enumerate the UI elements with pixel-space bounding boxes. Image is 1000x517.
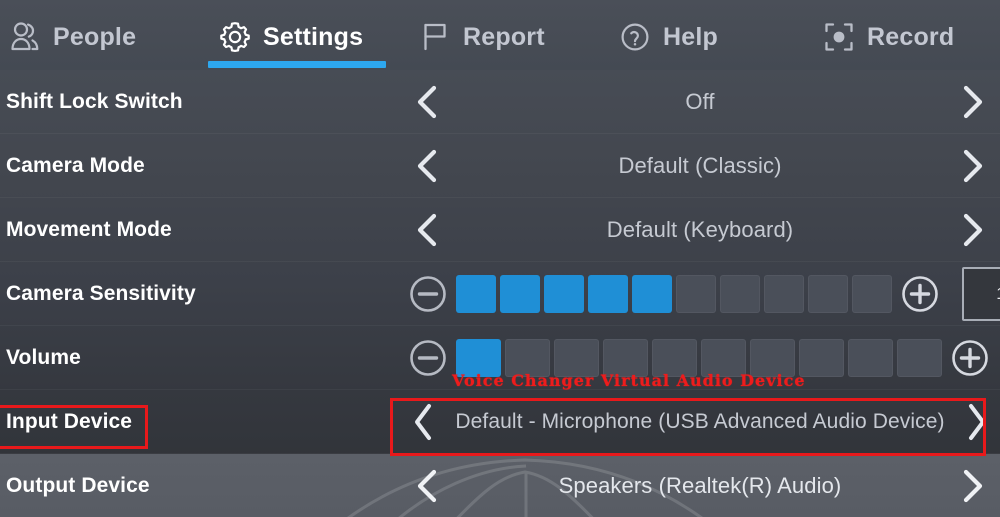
row-camera-sensitivity: Camera Sensitivity [0,262,1000,326]
top-navigation-bar: People Settings Report Help Record [0,0,1000,70]
row-shift-lock-switch-value: Off [685,89,715,114]
tab-report-label: Report [463,22,545,51]
slider-segment[interactable] [852,275,892,313]
slider-segment[interactable] [764,275,804,313]
slider-segment[interactable] [897,339,942,377]
tab-help-label: Help [663,22,718,51]
camera-sensitivity-slider[interactable]: 1 [400,262,1000,326]
slider-segment[interactable] [720,275,760,313]
plus-circle-icon[interactable] [942,326,998,390]
minus-circle-icon[interactable] [400,326,456,390]
chevron-left-icon[interactable] [400,390,446,454]
row-camera-mode-control: Default (Classic) [400,134,1000,198]
slider-segment[interactable] [808,275,848,313]
row-output-device-control: Speakers (Realtek(R) Audio) [400,454,1000,517]
active-tab-indicator [208,61,386,68]
row-output-device-value: Speakers (Realtek(R) Audio) [558,473,842,498]
tab-people[interactable]: People [0,4,200,70]
flag-icon [418,20,452,54]
tab-help[interactable]: Help [600,4,800,70]
plus-circle-icon[interactable] [892,262,948,326]
slider-segment[interactable] [632,275,672,313]
row-movement-mode: Movement Mode Default (Keyboard) [0,198,1000,262]
row-input-device: Input Device Default - Microphone (USB A… [0,390,1000,454]
gear-icon [218,20,252,54]
chevron-left-icon[interactable] [400,70,454,134]
tab-settings-label: Settings [263,22,364,51]
tab-record[interactable]: Record [800,4,1000,70]
row-camera-mode: Camera Mode Default (Classic) [0,134,1000,198]
tab-record-label: Record [867,22,955,51]
slider-segment[interactable] [676,275,716,313]
row-shift-lock-switch: Shift Lock Switch Off [0,70,1000,134]
tab-report[interactable]: Report [400,4,600,70]
row-shift-lock-switch-control: Off [400,70,1000,134]
row-camera-mode-value: Default (Classic) [618,153,782,178]
chevron-left-icon[interactable] [400,134,454,198]
people-icon [8,20,42,54]
row-camera-sensitivity-label: Camera Sensitivity [6,282,196,305]
row-camera-mode-label: Camera Mode [6,154,145,177]
slider-segment[interactable] [500,275,540,313]
minus-circle-icon[interactable] [400,262,456,326]
chevron-right-icon[interactable] [946,454,1000,517]
row-volume-label: Volume [6,346,81,369]
row-input-device-control: Default - Microphone (USB Advanced Audio… [400,390,1000,454]
row-movement-mode-value: Default (Keyboard) [606,217,794,242]
row-movement-mode-control: Default (Keyboard) [400,198,1000,262]
slider-segment[interactable] [848,339,893,377]
chevron-right-icon[interactable] [946,134,1000,198]
row-input-device-label: Input Device [6,410,133,433]
chevron-right-icon[interactable] [946,70,1000,134]
row-shift-lock-switch-label: Shift Lock Switch [6,90,183,113]
chevron-right-icon[interactable] [946,198,1000,262]
annotation-callout-text: Voice Changer Virtual Audio Device [452,371,806,390]
row-output-device[interactable]: Output Device Speakers (Realtek(R) Audio… [0,454,1000,517]
settings-list: Shift Lock Switch Off Camera Mode Defaul… [0,70,1000,517]
row-output-device-label: Output Device [6,474,150,497]
tab-people-label: People [53,22,137,51]
tab-settings[interactable]: Settings [200,4,400,70]
question-circle-icon [618,20,652,54]
row-input-device-value: Default - Microphone (USB Advanced Audio… [455,410,945,433]
slider-segment[interactable] [588,275,628,313]
slider-segment[interactable] [544,275,584,313]
camera-sensitivity-segments[interactable] [456,275,892,313]
row-movement-mode-label: Movement Mode [6,218,172,241]
chevron-left-icon[interactable] [400,198,454,262]
chevron-right-icon[interactable] [954,390,1000,454]
slider-segment[interactable] [456,275,496,313]
settings-screen: People Settings Report Help Record Shift… [0,0,1000,517]
chevron-left-icon[interactable] [400,454,454,517]
record-frame-icon [822,20,856,54]
camera-sensitivity-value-input[interactable]: 1 [962,267,1000,321]
